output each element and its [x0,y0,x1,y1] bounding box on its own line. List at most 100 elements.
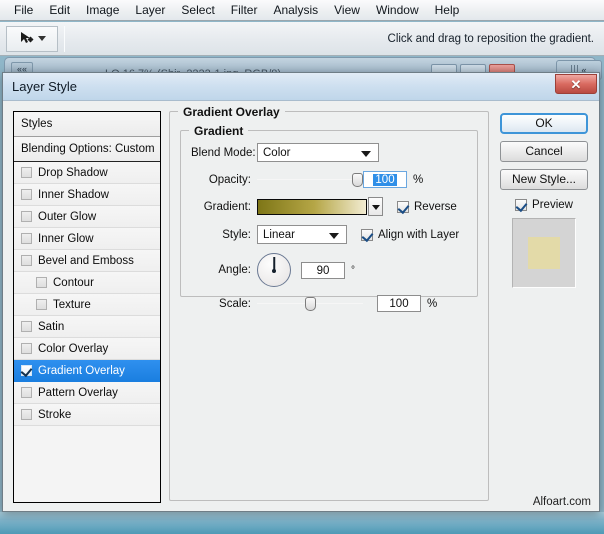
sidebar-item-label: Bevel and Emboss [38,255,134,267]
opacity-slider[interactable] [257,172,363,188]
reverse-label: Reverse [414,201,457,213]
move-tool-icon [19,31,34,46]
gradient-picker[interactable] [257,197,383,216]
gradient-row: Gradient: Reverse [191,197,467,216]
toolbar-divider [64,26,65,52]
sidebar-item-drop-shadow[interactable]: Drop Shadow [14,162,160,184]
checkbox-texture[interactable] [36,299,47,310]
menu-item-layer[interactable]: Layer [127,1,173,20]
menu-item-help[interactable]: Help [427,1,468,20]
sidebar-item-pattern-overlay[interactable]: Pattern Overlay [14,382,160,404]
sidebar-item-texture[interactable]: Texture [14,294,160,316]
sidebar-item-inner-glow[interactable]: Inner Glow [14,228,160,250]
scale-label: Scale: [191,298,257,310]
menu-item-filter[interactable]: Filter [223,1,266,20]
angle-input[interactable]: 90 [301,262,345,279]
opacity-unit: % [413,174,423,186]
menu-item-analysis[interactable]: Analysis [265,1,326,20]
blending-options-label: Blending Options: Custom [21,143,155,155]
styles-label: Styles [21,118,52,130]
opacity-input[interactable]: 100 [363,171,407,188]
scale-row: Scale: 100 % [191,295,467,312]
blend-mode-select[interactable]: Color [257,143,379,162]
tool-preset-chevron-down-icon[interactable] [38,36,46,41]
sidebar-item-stroke[interactable]: Stroke [14,404,160,426]
sidebar-item-label: Inner Shadow [38,189,109,201]
checkbox-inner-shadow[interactable] [21,189,32,200]
gradient-swatch[interactable] [257,199,367,215]
gradient-overlay-panel: Gradient Overlay Gradient Blend Mode: Co… [169,111,489,503]
opacity-label: Opacity: [191,174,257,186]
styles-list-empty-area [14,426,160,502]
new-style-button[interactable]: New Style... [500,169,588,190]
gradient-style-select[interactable]: Linear [257,225,347,244]
styles-column: Styles Blending Options: Custom Drop Sha… [13,111,161,503]
menu-item-select[interactable]: Select [173,1,222,20]
checkbox-bevel-and-emboss[interactable] [21,255,32,266]
desktop-strip-upper [0,512,604,520]
opacity-row: Opacity: 100 % [191,171,467,188]
sidebar-item-inner-shadow[interactable]: Inner Shadow [14,184,160,206]
scale-slider[interactable] [257,296,363,312]
sidebar-item-contour[interactable]: Contour [14,272,160,294]
angle-label: Angle: [191,264,257,276]
checkbox-color-overlay[interactable] [21,343,32,354]
blend-mode-label: Blend Mode: [191,147,257,159]
styles-list-header[interactable]: Styles [14,112,160,137]
chevron-down-icon[interactable] [329,233,339,239]
ok-button[interactable]: OK [500,113,588,134]
style-preview-shape [528,237,560,269]
checkbox-reverse[interactable] [397,201,409,213]
cancel-button[interactable]: Cancel [500,141,588,162]
checkbox-outer-glow[interactable] [21,211,32,222]
checkbox-stroke[interactable] [21,409,32,420]
menu-bar: File Edit Image Layer Select Filter Anal… [0,0,604,21]
menu-item-view[interactable]: View [326,1,368,20]
dialog-actions-column: OK Cancel New Style... Preview [497,111,591,503]
menu-item-image[interactable]: Image [78,1,127,20]
checkbox-gradient-overlay[interactable] [21,365,32,376]
checkbox-inner-glow[interactable] [21,233,32,244]
menu-item-edit[interactable]: Edit [41,1,78,20]
style-label: Style: [191,229,257,241]
scale-input[interactable]: 100 [377,295,421,312]
checkbox-contour[interactable] [36,277,47,288]
scale-slider-thumb[interactable] [305,297,316,311]
gradient-label: Gradient: [191,201,257,213]
angle-row: Angle: 90 ° [191,253,467,287]
layer-style-dialog: Layer Style ✕ Styles Blending Options: C… [2,72,600,512]
checkbox-align-with-layer[interactable] [361,229,373,241]
sidebar-item-gradient-overlay[interactable]: Gradient Overlay [14,360,160,382]
checkbox-drop-shadow[interactable] [21,167,32,178]
menu-item-window[interactable]: Window [368,1,427,20]
sidebar-item-label: Drop Shadow [38,167,108,179]
sidebar-item-blending-options[interactable]: Blending Options: Custom [14,137,160,162]
sidebar-item-satin[interactable]: Satin [14,316,160,338]
angle-dial-icon[interactable] [257,253,291,287]
checkbox-pattern-overlay[interactable] [21,387,32,398]
checkbox-satin[interactable] [21,321,32,332]
gradient-preset-chevron-down-icon[interactable] [368,197,383,216]
sidebar-item-bevel-and-emboss[interactable]: Bevel and Emboss [14,250,160,272]
close-icon[interactable]: ✕ [555,74,597,94]
checkbox-preview[interactable] [515,199,527,211]
active-tool-button[interactable] [6,26,58,52]
sidebar-item-color-overlay[interactable]: Color Overlay [14,338,160,360]
dialog-titlebar[interactable]: Layer Style ✕ [3,73,599,101]
align-with-layer-checkbox-row[interactable]: Align with Layer [361,229,459,241]
sidebar-item-label: Stroke [38,409,71,421]
reverse-checkbox-row[interactable]: Reverse [397,201,457,213]
tool-options-bar: Click and drag to reposition the gradien… [0,22,604,56]
menu-item-file[interactable]: File [6,1,41,20]
status-hint-text: Click and drag to reposition the gradien… [388,33,594,45]
style-row: Style: Linear Align with Layer [191,225,467,244]
opacity-slider-thumb[interactable] [352,173,363,187]
sidebar-item-outer-glow[interactable]: Outer Glow [14,206,160,228]
chevron-down-icon[interactable] [361,151,371,157]
opacity-slider-track[interactable] [257,179,363,180]
preview-checkbox-row[interactable]: Preview [515,199,573,211]
sidebar-item-label: Inner Glow [38,233,94,245]
angle-dial-hub [272,269,276,273]
dialog-title: Layer Style [12,79,77,94]
sidebar-item-label: Outer Glow [38,211,96,223]
